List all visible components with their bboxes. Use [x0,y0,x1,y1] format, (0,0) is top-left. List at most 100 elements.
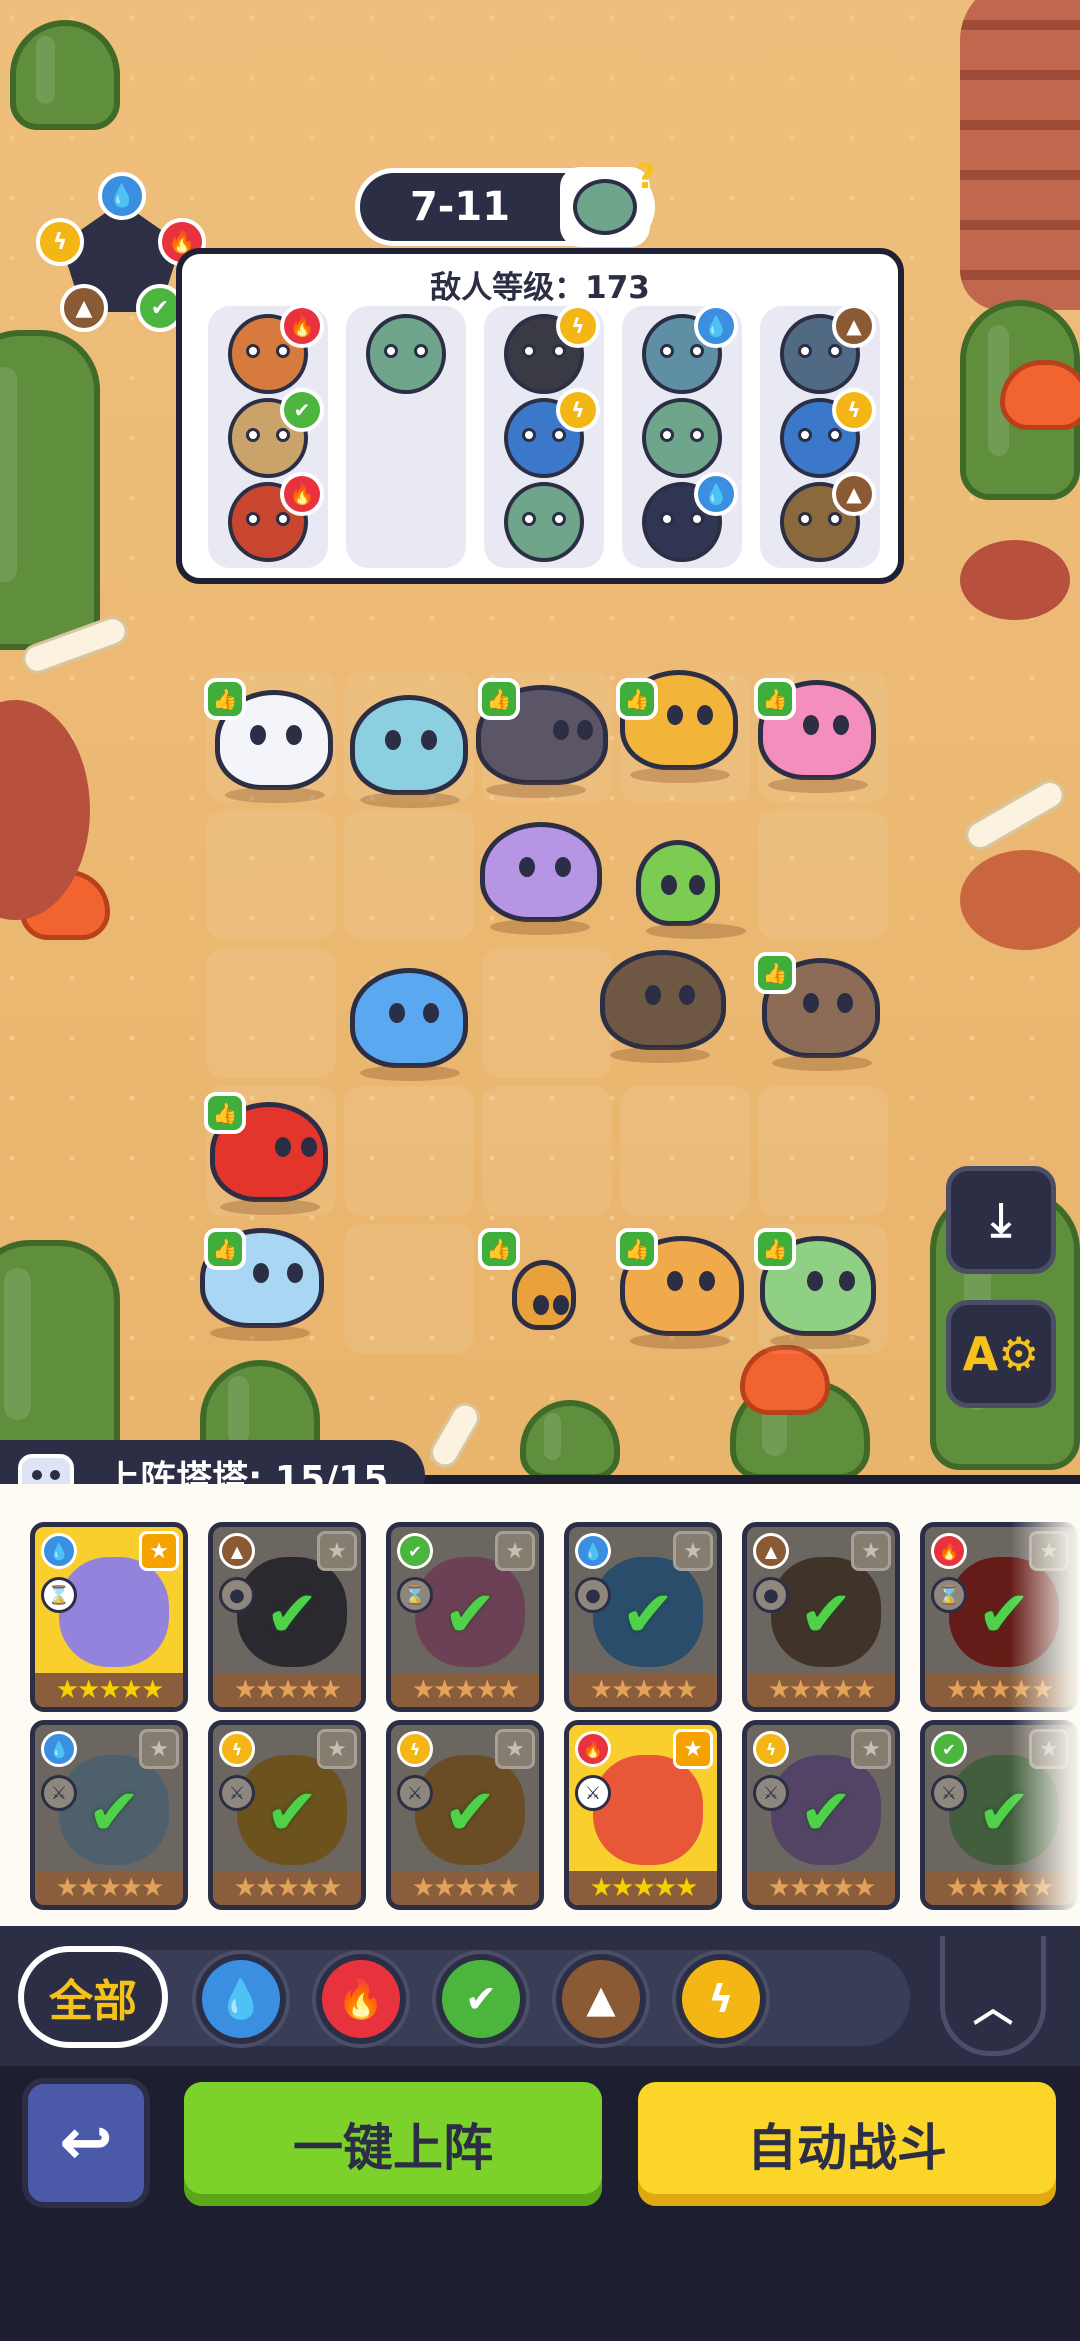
tower-card[interactable]: 💧 ★ ⚔ ★★★★★ ✔ [30,1720,188,1910]
enemy-eye [276,512,290,526]
tower-card[interactable]: ϟ ★ ⚔ ★★★★★ ✔ [742,1720,900,1910]
grid-cell[interactable] [620,1086,750,1216]
filter-water-button[interactable]: 💧 [196,1954,286,2044]
grid-cell[interactable] [206,948,336,1078]
tower-cactus-frog[interactable] [636,840,746,939]
grid-cell[interactable] [758,1086,888,1216]
bone [959,774,1071,856]
cactus [10,20,120,130]
tower-shadow [630,767,730,783]
tower-eye [667,705,683,725]
check-icon: ✔ [443,1776,497,1850]
water-drop-icon: 💧 [217,1976,265,2021]
thumbs-up-icon: 👍 [616,678,658,720]
auto-deploy-button[interactable]: 一键上阵 [178,2076,608,2212]
tower-card[interactable]: ✔ ★ ⌛ ★★★★★ ✔ [386,1522,544,1712]
filter-nature-button[interactable]: ✔ [436,1954,526,2044]
collapse-roster-button[interactable]: ︿ [940,1936,1046,2056]
auto-battle-button[interactable]: 自动战斗 [632,2076,1062,2212]
star-badge-icon: ★ [495,1531,535,1571]
enemy-eye [798,428,812,442]
bone [424,1397,486,1473]
card-stars: ★★★★★ [569,1871,717,1905]
lightning-icon: ϟ [832,388,876,432]
grid-cell[interactable] [758,810,888,940]
class-icon: ● [753,1577,789,1613]
enemy-eye [246,344,260,358]
auto-battle-label: 自动战斗 [747,2119,947,2177]
tower-blue-cat[interactable] [350,968,468,1081]
tower-card-grid: 💧 ★ ⌛ ★★★★★ ▲ ★ ● ★★★★★ ✔ ✔ ★ ⌛ ★★★★★ ✔ … [0,1484,1080,1926]
star-badge-icon: ★ [673,1729,713,1769]
filter-electric-button[interactable]: ϟ [676,1954,766,2044]
leaf-icon: ✔ [931,1731,967,1767]
class-icon: ⌛ [41,1577,77,1613]
enemy-zombie [642,398,722,478]
enemy-lane: ▲ ϟ ▲ [760,304,880,568]
back-button[interactable]: ↩ [22,2078,150,2208]
tower-eye [533,1295,549,1315]
tower-card[interactable]: 🔥 ★ ⚔ ★★★★★ [564,1720,722,1910]
grid-cell[interactable] [206,810,336,940]
tower-eye [645,985,661,1005]
tower-snail[interactable] [512,1260,576,1330]
water-drop-icon: 💧 [41,1533,77,1569]
tower-seed-blob[interactable] [350,695,468,808]
auto-deploy-label: 一键上阵 [293,2119,493,2177]
tower-card[interactable]: ▲ ★ ● ★★★★★ ✔ [208,1522,366,1712]
thumbs-up-icon: 👍 [616,1228,658,1270]
class-icon: ⚔ [219,1775,255,1811]
lightning-icon: ϟ [219,1731,255,1767]
filter-all-button[interactable]: 全部 [18,1946,168,2048]
enemy-eye [384,344,398,358]
grid-cell[interactable] [482,1086,612,1216]
card-stars: ★★★★★ [35,1673,183,1707]
tower-eye [807,1271,823,1291]
thumbs-up-icon: 👍 [754,952,796,994]
download-button[interactable]: ⤓ [946,1166,1056,1274]
tower-raccoon[interactable] [600,950,726,1063]
tower-eye [667,1271,683,1291]
chevron-up-icon: ︿ [973,1985,1013,2031]
boss-preview-button[interactable]: ? [560,157,656,247]
tower-shadow [360,792,460,808]
grid-cell[interactable] [482,948,612,1078]
card-stars: ★★★★★ [213,1871,361,1905]
tower-eye [839,1271,855,1291]
enemy-zombie [366,314,446,394]
filter-earth-button[interactable]: ▲ [556,1954,646,2044]
tower-eye [389,1003,405,1023]
tower-shadow [610,1047,710,1063]
tower-card[interactable]: ▲ ★ ● ★★★★★ ✔ [742,1522,900,1712]
thumbs-up-icon: 👍 [204,678,246,720]
element-filter-bar: 全部 💧 🔥 ✔ ▲ ϟ [0,1926,1080,2066]
mountain-icon: ▲ [832,304,876,348]
tower-eye [833,715,849,735]
tower-card[interactable]: 💧 ★ ● ★★★★★ ✔ [564,1522,722,1712]
tower-eye [689,875,705,895]
tower-purple-dragon[interactable] [480,822,602,935]
enemy-eye [552,512,566,526]
tower-card[interactable]: 💧 ★ ⌛ ★★★★★ [30,1522,188,1712]
thumbs-up-icon: 👍 [478,678,520,720]
class-icon: ⚔ [41,1775,77,1811]
enemy-lane [346,306,466,568]
tower-card[interactable]: ϟ ★ ⚔ ★★★★★ ✔ [386,1720,544,1910]
check-icon: ✔ [265,1578,319,1652]
class-icon: ⚔ [575,1775,611,1811]
tower-card[interactable]: ϟ ★ ⚔ ★★★★★ ✔ [208,1720,366,1910]
check-icon: ✔ [265,1776,319,1850]
grid-cell[interactable] [344,810,474,940]
tower-eye [519,857,535,877]
filter-fire-button[interactable]: 🔥 [316,1954,406,2044]
tower-shadow [210,1325,310,1341]
stage-level: 7-11 [409,184,511,230]
enemy-level-title: 敌人等级：173 [430,270,650,306]
grid-cell[interactable] [344,1086,474,1216]
enemy-eye [828,428,842,442]
leaf-icon: ✔ [280,388,324,432]
enemy-eye [552,344,566,358]
grid-cell[interactable] [344,1224,474,1354]
font-settings-button[interactable]: A⚙ [946,1300,1056,1408]
class-icon: ⌛ [931,1577,967,1613]
